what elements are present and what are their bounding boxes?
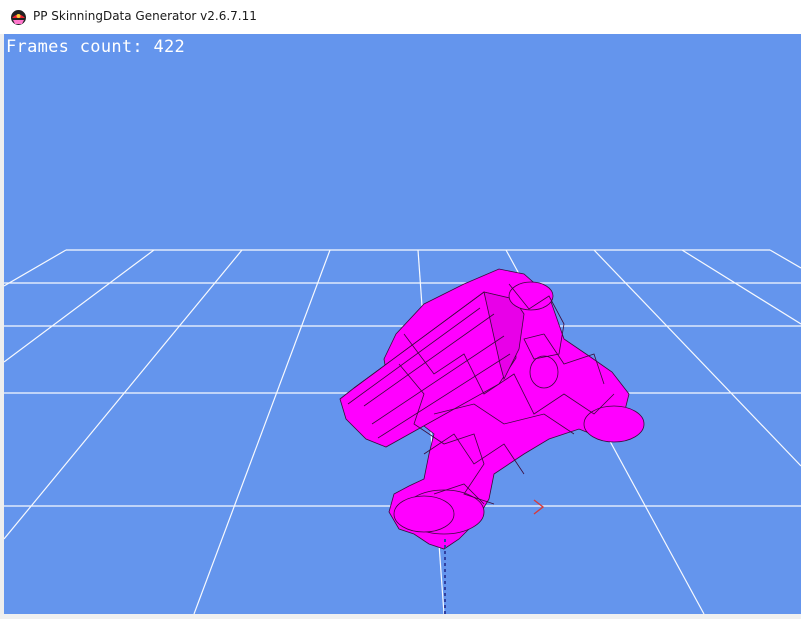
render-viewport[interactable]: Frames count: 422 (4, 34, 801, 614)
title-bar[interactable]: PP SkinningData Generator v2.6.7.11 (0, 0, 801, 34)
app-window: PP SkinningData Generator v2.6.7.11 Fram… (0, 0, 801, 619)
window-title: PP SkinningData Generator v2.6.7.11 (33, 9, 257, 23)
frames-count-label: Frames count: 422 (6, 37, 186, 57)
scene-canvas (4, 249, 801, 614)
magenta-wireframe-model (339, 268, 645, 550)
window-frame-bottom (0, 614, 801, 619)
app-icon (10, 9, 27, 26)
